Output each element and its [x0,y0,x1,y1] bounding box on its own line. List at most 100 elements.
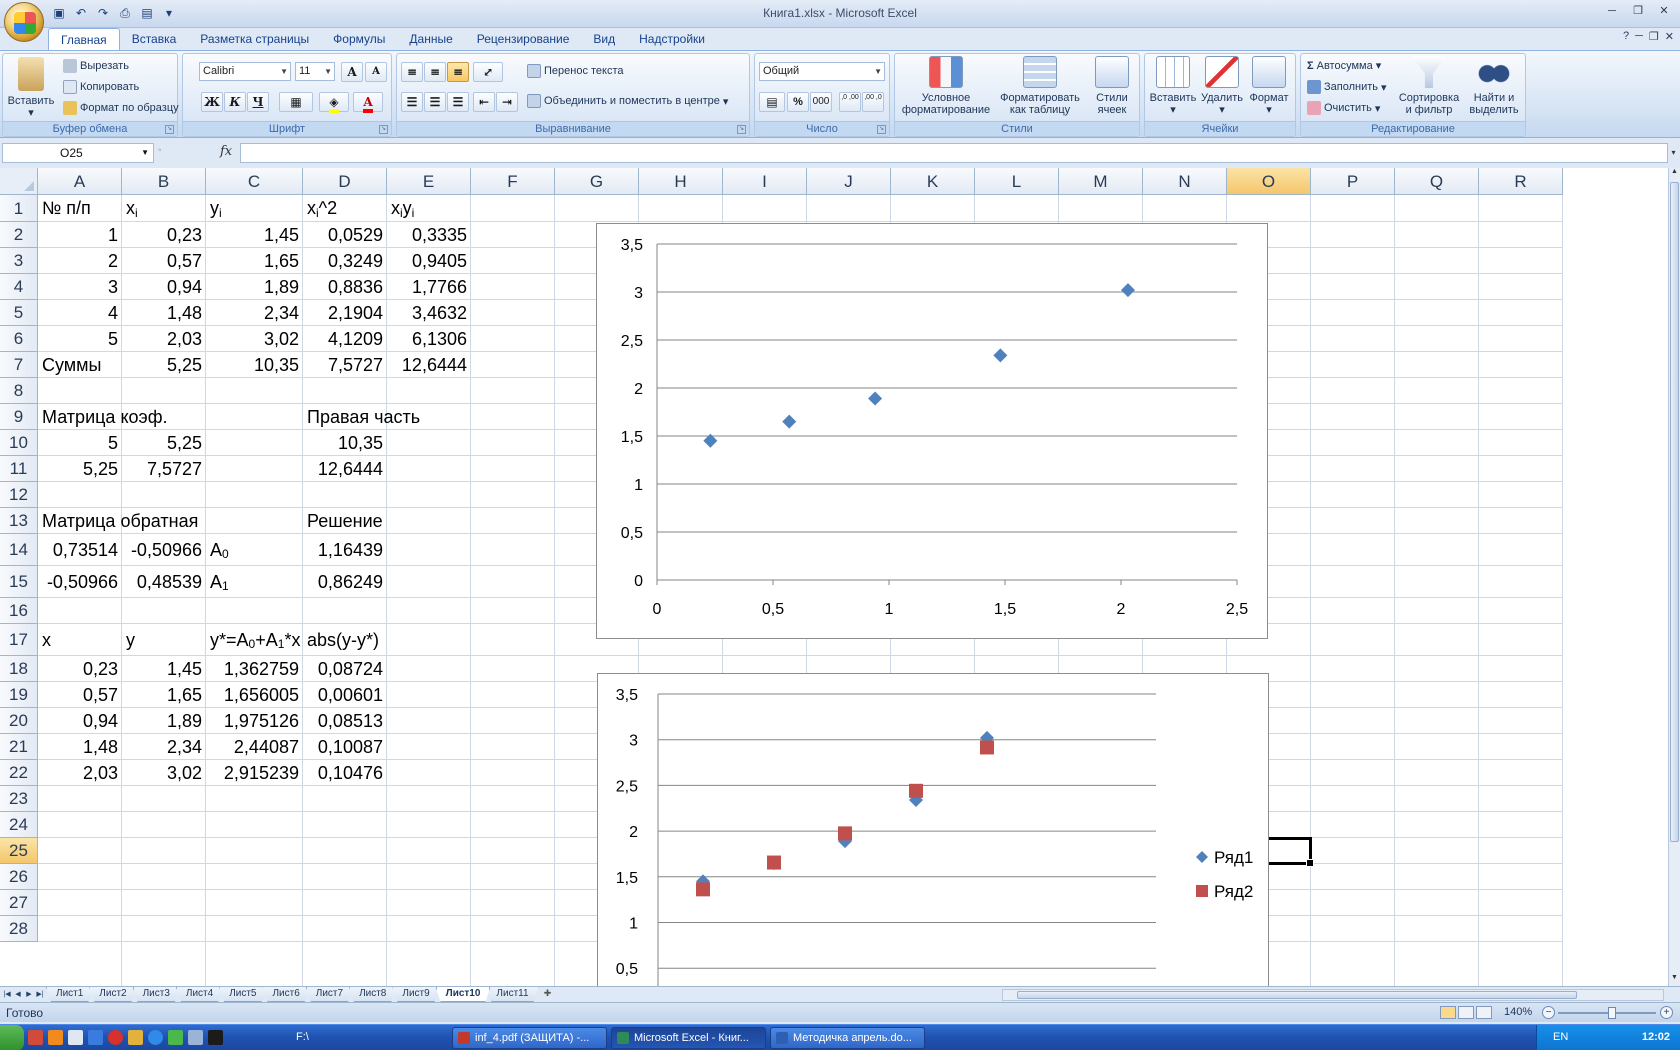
cell-d10[interactable]: 10,35 [303,430,387,456]
cell-c5[interactable]: 2,34 [206,300,303,326]
cell-a10[interactable]: 5 [38,430,122,456]
prev-sheet-icon[interactable]: ◀ [13,988,23,1001]
row-header[interactable]: 26 [0,864,38,890]
cell-b2[interactable]: 0,23 [122,222,206,248]
row-header[interactable]: 11 [0,456,38,482]
row-header[interactable]: 6 [0,326,38,352]
column-header[interactable]: Q [1395,168,1479,195]
row-header[interactable]: 27 [0,890,38,916]
cell-e2[interactable]: 0,3335 [387,222,471,248]
restore-icon[interactable]: ❐ [1626,3,1650,21]
minimize-icon[interactable]: ─ [1600,3,1624,21]
cell-d13[interactable]: Решение [303,508,387,534]
sheet-tab[interactable]: Лист8 [349,987,396,1002]
row-header[interactable]: 16 [0,598,38,624]
cell-a14[interactable]: 0,73514 [38,534,122,566]
cell-a21[interactable]: 1,48 [38,734,122,760]
column-header[interactable]: E [387,168,471,195]
cell-e3[interactable]: 0,9405 [387,248,471,274]
sheet-tab[interactable]: Лист3 [133,987,180,1002]
ribbon-tab[interactable]: Главная [48,28,120,50]
cell-b17[interactable]: y [122,624,139,656]
clipboard-launcher-icon[interactable]: ↘ [165,125,174,134]
find-select-button[interactable]: Найти и выделить [1463,56,1525,116]
align-bottom-button[interactable]: ≡ [447,62,469,82]
taskbar-button[interactable]: inf_4.pdf (ЗАЩИТА) -... [452,1027,607,1049]
autosum-button[interactable]: Σ Автосумма ▾ [1307,59,1381,73]
column-header[interactable]: A [38,168,122,195]
orientation-button[interactable]: ⤢ [473,62,503,82]
ribbon-tab[interactable]: Данные [397,28,464,50]
row-header[interactable]: 2 [0,222,38,248]
delete-cells-button[interactable]: Удалить ▾ [1199,56,1245,116]
cell-b1[interactable]: xi [122,195,142,222]
zoom-out-icon[interactable]: − [1542,1006,1555,1019]
cell-d7[interactable]: 7,5727 [303,352,387,378]
fill-button[interactable]: Заполнить ▾ [1307,80,1387,94]
sheet-tab[interactable]: Лист11 [486,987,538,1002]
ribbon-tab[interactable]: Вставка [120,28,189,50]
row-header[interactable]: 19 [0,682,38,708]
doc-restore-icon[interactable]: ❐ [1649,30,1659,43]
cell-c7[interactable]: 10,35 [206,352,303,378]
desktop-icon[interactable] [88,1030,103,1045]
ribbon-tab[interactable]: Формулы [321,28,397,50]
ribbon-tab[interactable]: Вид [581,28,627,50]
cell-a6[interactable]: 5 [38,326,122,352]
cell-d3[interactable]: 0,3249 [303,248,387,274]
column-header[interactable]: F [471,168,555,195]
zoom-slider-track[interactable] [1558,1012,1656,1014]
horizontal-scrollbar[interactable] [1002,989,1664,1001]
cell-a5[interactable]: 4 [38,300,122,326]
cell-d5[interactable]: 2,1904 [303,300,387,326]
column-header[interactable]: R [1479,168,1563,195]
cell-d1[interactable]: x i ^2 [303,195,341,222]
vertical-scrollbar[interactable]: ▲ ▼ [1668,168,1680,986]
name-box[interactable]: O25 ▼ [2,143,154,163]
app-launch-icon[interactable] [28,1030,43,1045]
cell-b5[interactable]: 1,48 [122,300,206,326]
normal-view-icon[interactable] [1440,1006,1456,1019]
increase-indent-button[interactable]: ⇥ [496,92,518,112]
cell-c6[interactable]: 3,02 [206,326,303,352]
zoom-level[interactable]: 140% [1504,1006,1532,1018]
column-header[interactable]: J [807,168,891,195]
office-button[interactable] [4,2,44,42]
row-header[interactable]: 28 [0,916,38,942]
cell-b15[interactable]: 0,48539 [122,566,206,598]
column-header[interactable]: C [206,168,303,195]
chart-2[interactable]: 0,5 1 1,5 2 2,5 3 3,5 Ряд1 Ряд2 [597,673,1269,986]
zoom-in-icon[interactable]: + [1660,1006,1673,1019]
cell-a4[interactable]: 3 [38,274,122,300]
last-sheet-icon[interactable]: ▶| [35,988,45,1001]
sheet-tab[interactable]: Лист4 [176,987,223,1002]
cell-d9[interactable]: Правая часть [303,404,424,430]
cell-c14[interactable]: A0 [206,534,233,566]
vertical-scroll-thumb[interactable] [1670,182,1679,842]
cell-b4[interactable]: 0,94 [122,274,206,300]
decrease-decimal-button[interactable]: ,00 ,0 [862,92,884,112]
cell-c4[interactable]: 1,89 [206,274,303,300]
cell-b10[interactable]: 5,25 [122,430,206,456]
conditional-format-button[interactable]: Условное форматирование [899,56,993,116]
decrease-indent-button[interactable]: ⇤ [473,92,495,112]
thousands-button[interactable]: 000 [810,92,832,112]
increase-decimal-button[interactable]: ,0 ,00 [839,92,861,112]
merge-center-button[interactable]: Объединить и поместить в центре ▾ [527,94,728,108]
clock[interactable]: 12:02 [1642,1031,1670,1043]
scroll-down-icon[interactable]: ▼ [1669,974,1680,986]
row-header[interactable]: 7 [0,352,38,378]
help-icon[interactable]: ? [1623,30,1629,43]
row-header[interactable]: 18 [0,656,38,682]
cell-a17[interactable]: x [38,624,55,656]
row-header[interactable]: 4 [0,274,38,300]
row-header[interactable]: 8 [0,378,38,404]
folder-icon[interactable] [128,1030,143,1045]
taskbar-button[interactable]: Методичка апрель.do... [770,1027,925,1049]
cell-d11[interactable]: 12,6444 [303,456,387,482]
taskbar-button[interactable]: Microsoft Excel - Книг... [611,1027,766,1049]
format-painter-button[interactable]: Формат по образцу [63,101,179,115]
font-launcher-icon[interactable]: ↘ [379,125,388,134]
fill-color-button[interactable]: ◈ [319,92,349,113]
cell-b7[interactable]: 5,25 [122,352,206,378]
